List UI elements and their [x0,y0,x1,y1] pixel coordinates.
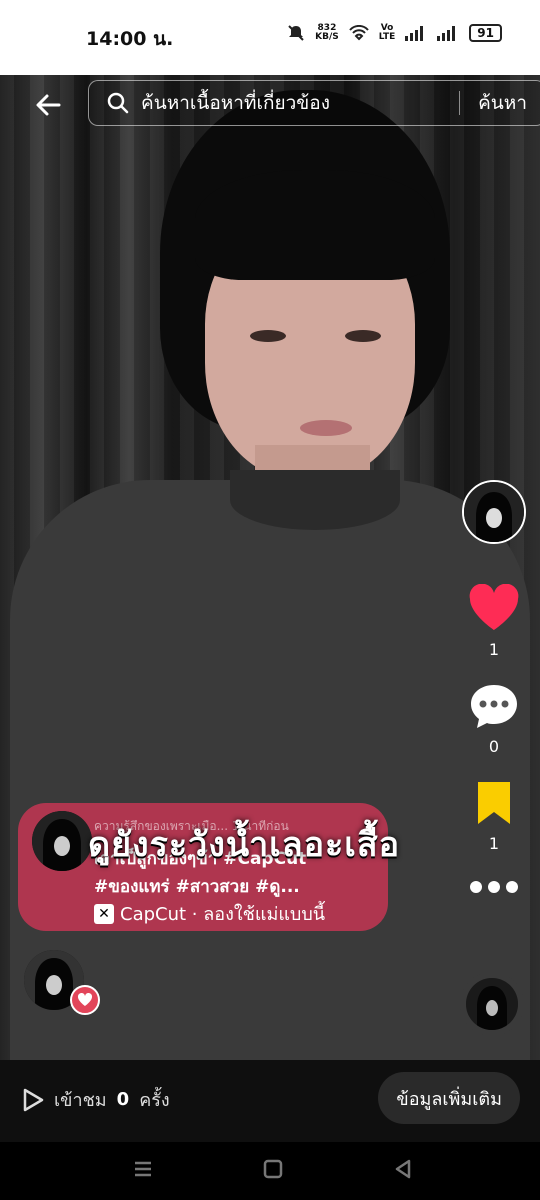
back-nav-icon[interactable] [392,1158,414,1180]
hooded-figure-icon [466,978,518,1030]
system-nav-bar [0,1142,540,1200]
like-badge[interactable] [70,985,100,1015]
network-speed: 832 KB/S [315,23,339,42]
capcut-icon: ✕ [94,903,114,924]
views-label: เข้าชม [54,1090,107,1111]
status-bar: 14:00 น. 832 KB/S Vo LTE 91 [0,0,540,75]
more-info-button[interactable]: ข้อมูลเพิ่มเติม [378,1072,520,1124]
person-eye-right [345,330,381,342]
person-bangs [195,170,435,280]
person-eye-left [250,330,286,342]
wifi-icon [349,25,369,41]
signal-icon [405,26,424,41]
status-icons: 832 KB/S Vo LTE 91 [287,24,502,42]
person-collar [230,470,400,530]
signal-icon-2 [437,26,456,41]
capcut-template-link[interactable]: ✕ CapCut · ลองใช้แม่แบบนี้ [94,899,325,928]
views-unit: ครั้ง [139,1090,170,1111]
view-count-row: เข้าชม 0 ครั้ง [22,1085,170,1114]
hooded-figure-icon [32,811,92,871]
info-bar: เข้าชม 0 ครั้ง ข้อมูลเพิ่มเติม [0,1060,540,1142]
card-avatar[interactable] [32,811,92,871]
battery-icon: 91 [469,24,502,42]
capcut-label: CapCut · ลองใช้แม่แบบนี้ [120,904,326,925]
status-time: 14:00 น. [86,28,174,50]
menu-nav-icon[interactable] [132,1158,154,1180]
search-divider [459,91,461,115]
heart-icon [77,993,93,1006]
back-button[interactable] [30,87,66,123]
back-arrow-icon [36,94,61,116]
comment-count: 0 [488,737,500,756]
like-count: 1 [488,640,500,659]
search-header: ค้นหาเนื้อหาที่เกี่ยวข้อง ค้นหา [30,80,540,130]
play-icon [23,1088,44,1111]
home-nav-icon[interactable] [262,1158,284,1180]
person-lips [300,420,352,436]
side-action-rail: 1 0 1 [448,480,540,895]
bookmark-icon[interactable] [474,780,514,826]
search-input[interactable]: ค้นหาเนื้อหาที่เกี่ยวข้อง ค้นหา [88,80,540,126]
creator-avatar[interactable] [462,480,526,544]
more-icon[interactable] [468,879,520,895]
search-placeholder: ค้นหาเนื้อหาที่เกี่ยวข้อง [141,92,330,114]
search-button[interactable]: ค้นหา [478,88,527,118]
post-caption-line2: #ของแทร่ #สาวสวย #ดู... [94,877,300,897]
views-count: 0 [116,1089,130,1110]
video-overlay-caption: ดูยังระวังน้ำเลอะเสื้อ [88,825,401,865]
hooded-figure-icon [464,482,524,542]
volte-badge: Vo LTE [378,23,396,42]
save-count: 1 [488,834,500,853]
music-disc[interactable] [460,972,524,1036]
heart-icon[interactable] [468,584,520,632]
search-icon [107,92,129,114]
mute-icon [288,25,304,41]
comment-icon[interactable] [469,683,519,729]
